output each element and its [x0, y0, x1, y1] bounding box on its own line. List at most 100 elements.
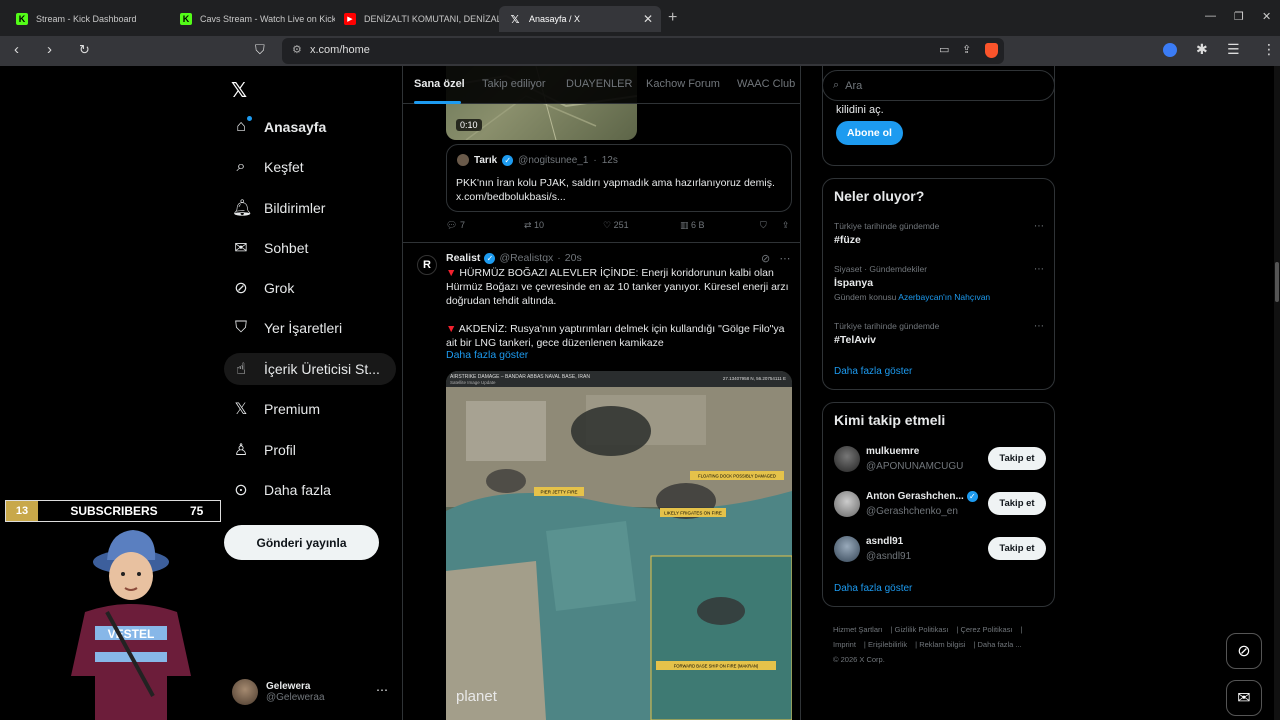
- avatar[interactable]: R: [417, 255, 437, 275]
- nav-label: Anasayfa: [264, 119, 327, 135]
- avatar: [457, 154, 469, 166]
- nav-notifications[interactable]: 🔔︎ Bildirimler: [224, 192, 396, 224]
- share-icon[interactable]: ⇪: [962, 43, 971, 56]
- subscribe-button[interactable]: Abone ol: [836, 121, 903, 145]
- quote-text: PKK'nın İran kolu PJAK, saldırı yapmadık…: [456, 177, 775, 203]
- scrollbar[interactable]: [1274, 66, 1280, 720]
- reload-button[interactable]: ↻: [79, 42, 90, 58]
- nav-premium[interactable]: 𝕏 Premium: [224, 393, 396, 425]
- browser-tab-bar: K Stream - Kick Dashboard K Cavs Stream …: [0, 0, 1280, 36]
- post-button[interactable]: Gönderi yayınla: [224, 525, 379, 560]
- cast-icon[interactable]: ▭: [939, 43, 949, 56]
- close-tab-icon[interactable]: ✕: [643, 12, 653, 26]
- extensions-icon[interactable]: ✱: [1196, 41, 1208, 58]
- more-options-icon[interactable]: ⋯: [779, 253, 790, 265]
- image-coords: 27.13407958 N, 56.20754111 E: [723, 376, 786, 381]
- browser-tab-cavs-stream[interactable]: K Cavs Stream - Watch Live on Kick: [170, 6, 335, 32]
- nav-explore[interactable]: ⌕ Keşfet: [224, 151, 396, 183]
- more-options-icon[interactable]: ⋯: [1034, 221, 1044, 232]
- messages-floating-button[interactable]: ✉: [1226, 680, 1262, 716]
- x-logo-icon[interactable]: 𝕏: [231, 78, 247, 103]
- trends-show-more-link[interactable]: Daha fazla göster: [834, 366, 912, 377]
- account-more-icon[interactable]: ⋯: [376, 683, 388, 697]
- nav-creator-studio[interactable]: ☝ İçerik Üreticisi St...: [224, 353, 396, 385]
- post-more-icons: ⊘ ⋯: [761, 252, 790, 265]
- tab-kachow-forum[interactable]: Kachow Forum: [646, 78, 720, 90]
- avatar: [834, 536, 860, 562]
- suggestion-handle: @APONUNAMCUGU: [866, 461, 964, 472]
- trends-card: Neler oluyor? Türkiye tarihinde gündemde…: [822, 178, 1055, 390]
- close-window-button[interactable]: ✕: [1262, 10, 1271, 23]
- footer-link[interactable]: Reklam bilgisi: [919, 640, 965, 649]
- trend-sub-link[interactable]: Azerbaycan'ın Nahçıvan: [898, 292, 990, 302]
- brave-shields-icon[interactable]: [985, 43, 998, 58]
- satellite-image[interactable]: AIRSTRIKE DAMAGE – BANDAR ABBAS NAVAL BA…: [446, 371, 792, 720]
- footer-link[interactable]: Daha fazla ...: [978, 640, 1022, 649]
- forward-button[interactable]: ›: [47, 41, 52, 58]
- address-bar[interactable]: ⚙ x.com/home ▭ ⇪: [282, 38, 1004, 64]
- nav-home[interactable]: ⌂ Anasayfa: [224, 111, 396, 143]
- trend-item[interactable]: Siyaset · Gündemdekiler İspanya Gündem k…: [834, 264, 1044, 302]
- nav-more[interactable]: ⊙ Daha fazla: [224, 474, 396, 506]
- nav-messages[interactable]: ✉ Sohbet: [224, 232, 396, 264]
- more-options-icon[interactable]: ⋯: [1034, 321, 1044, 332]
- grok-floating-button[interactable]: ⊘: [1226, 633, 1262, 669]
- trend-item[interactable]: Türkiye tarihinde gündemde #füze ⋯: [834, 221, 1044, 246]
- bookmark-page-icon[interactable]: ⛉: [255, 42, 265, 58]
- follow-suggestion[interactable]: Anton Gerashchen... ✓ @Gerashchenko_en Ta…: [834, 489, 1046, 521]
- views-button[interactable]: ▥ 6 B: [680, 220, 705, 231]
- menu-icon[interactable]: ⋮: [1262, 41, 1276, 58]
- post-paragraph-1: HÜRMÜZ BOĞAZI ALEVLER İÇİNDE: Enerji kor…: [446, 267, 789, 307]
- tab-waac-club[interactable]: WAAC Club: [737, 78, 795, 90]
- tab-for-you[interactable]: Sana özel: [414, 78, 465, 90]
- verified-badge-icon: ✓: [484, 252, 496, 264]
- tab-title: Anasayfa / X: [529, 14, 581, 24]
- premium-text: kilidini aç.: [836, 104, 884, 116]
- playlist-icon[interactable]: ☰: [1227, 41, 1240, 58]
- follow-button[interactable]: Takip et: [988, 492, 1046, 515]
- nav-grok[interactable]: ⊘ Grok: [224, 272, 396, 304]
- footer-link[interactable]: Gizlilik Politikası: [895, 625, 949, 634]
- footer-link[interactable]: Çerez Politikası: [960, 625, 1012, 634]
- follow-suggestion[interactable]: asndl91 @asndl91 Takip et: [834, 534, 1046, 566]
- minimize-window-button[interactable]: —: [1205, 10, 1216, 22]
- tab-following[interactable]: Takip ediliyor: [482, 78, 546, 90]
- browser-tab-x-home[interactable]: 𝕏 Anasayfa / X ✕: [499, 6, 661, 32]
- trend-topic: İspanya: [834, 277, 874, 289]
- follow-button[interactable]: Takip et: [988, 537, 1046, 560]
- browser-tab-kick-dashboard[interactable]: K Stream - Kick Dashboard: [6, 6, 166, 32]
- streamer-cutout-image: VESTEL: [71, 530, 191, 720]
- quote-author-name[interactable]: Tarık: [474, 155, 497, 166]
- repost-button[interactable]: ⇄ 10: [524, 220, 544, 231]
- who-to-follow-show-more-link[interactable]: Daha fazla göster: [834, 583, 912, 594]
- youtube-icon: ▶: [344, 13, 356, 25]
- tab-duayenler[interactable]: DUAYENLER: [566, 78, 632, 90]
- trend-item[interactable]: Türkiye tarihinde gündemde #TelAviv ⋯: [834, 321, 1044, 346]
- quoted-post[interactable]: Tarık ✓ @nogitsunee_1 · 12s PKK'nın İran…: [446, 144, 792, 212]
- footer-link[interactable]: Imprint: [833, 640, 856, 649]
- more-options-icon[interactable]: ⋯: [1034, 264, 1044, 275]
- suggestion-name: mulkuemre: [866, 446, 920, 457]
- share-icon[interactable]: ⇪: [782, 220, 790, 231]
- grok-icon[interactable]: ⊘: [761, 253, 770, 265]
- like-button[interactable]: ♡ 251: [603, 220, 629, 231]
- follow-suggestion[interactable]: mulkuemre @APONUNAMCUGU Takip et: [834, 444, 1046, 476]
- restore-window-button[interactable]: ❐: [1234, 10, 1244, 23]
- account-switcher[interactable]: Gelewera @Geleweraa: [232, 679, 325, 705]
- post-author-name[interactable]: Realist: [446, 252, 480, 264]
- lightning-icon: ☝: [236, 361, 246, 378]
- vpn-icon[interactable]: [1163, 43, 1177, 57]
- follow-button[interactable]: Takip et: [988, 447, 1046, 470]
- bookmark-icon[interactable]: ⛉: [760, 220, 767, 231]
- site-settings-icon[interactable]: ⚙: [292, 43, 302, 56]
- footer-link[interactable]: Hizmet Şartları: [833, 625, 883, 634]
- nav-bookmarks[interactable]: ⛉ Yer İşaretleri: [224, 312, 396, 344]
- scrollbar-thumb[interactable]: [1275, 262, 1279, 302]
- reply-button[interactable]: 💬︎ 7: [446, 220, 465, 231]
- show-more-link[interactable]: Daha fazla göster: [446, 349, 528, 361]
- browser-tab-youtube[interactable]: ▶ DENİZALTI KOMUTANI, DENİZALTI SA: [334, 6, 499, 32]
- back-button[interactable]: ‹: [14, 41, 19, 58]
- new-tab-button[interactable]: +: [668, 9, 677, 27]
- nav-profile[interactable]: ♙ Profil: [224, 434, 396, 466]
- footer-link[interactable]: Erişilebilirlik: [868, 640, 907, 649]
